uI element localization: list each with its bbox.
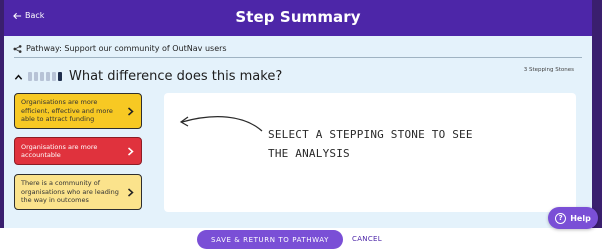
section-title: What difference does this make? <box>69 69 283 84</box>
progress-stone <box>40 72 44 81</box>
section-header: What difference does this make? <box>14 69 282 84</box>
progress-stone <box>34 72 38 81</box>
analysis-hint: SELECT A STEPPING STONE TO SEE THE ANALY… <box>268 128 473 160</box>
stepping-stone-label: There is a community of organisations wh… <box>21 179 119 205</box>
progress-stone <box>28 72 32 81</box>
chevron-right-icon <box>128 106 134 116</box>
cancel-button[interactable]: CANCEL <box>352 235 382 243</box>
stepping-stone-progress <box>28 72 62 81</box>
window-edge-right <box>592 0 602 228</box>
save-return-button[interactable]: SAVE & RETURN TO PATHWAY <box>197 230 343 249</box>
header-bar: Back Step Summary <box>4 0 592 36</box>
footer-bar: SAVE & RETURN TO PATHWAY CANCEL <box>0 228 602 252</box>
progress-stone <box>52 72 56 81</box>
help-label: Help <box>570 213 591 223</box>
stepping-stone-card[interactable]: There is a community of organisations wh… <box>14 174 142 210</box>
stepping-stone-card[interactable]: Organisations are more efficient, effect… <box>14 93 142 129</box>
analysis-panel: SELECT A STEPPING STONE TO SEE THE ANALY… <box>164 93 576 212</box>
step-summary-content: Pathway: Support our community of OutNav… <box>4 36 592 228</box>
stepping-stone-label: Organisations are more accountable <box>21 142 98 160</box>
help-button[interactable]: ? Help <box>548 207 598 229</box>
progress-stone <box>46 72 50 81</box>
chevron-right-icon <box>128 146 134 156</box>
divider <box>14 57 582 58</box>
page-title: Step Summary <box>235 8 361 26</box>
curved-arrow-icon <box>179 116 263 132</box>
pathway-breadcrumb: Pathway: Support our community of OutNav… <box>13 44 227 53</box>
chevron-up-icon[interactable] <box>14 73 23 81</box>
stepping-stone-label: Organisations are more efficient, effect… <box>21 98 113 124</box>
share-nodes-icon <box>13 44 22 53</box>
app-frame: Back Step Summary Pathway: Support our c… <box>0 0 602 252</box>
chevron-right-icon <box>128 187 134 197</box>
progress-stone-active <box>58 72 62 81</box>
question-icon: ? <box>555 212 567 224</box>
pathway-label: Pathway: Support our community of OutNav… <box>26 44 227 53</box>
stepping-stones-count: 3 Stepping Stones <box>523 67 574 73</box>
stepping-stone-card[interactable]: Organisations are more accountable <box>14 137 142 165</box>
